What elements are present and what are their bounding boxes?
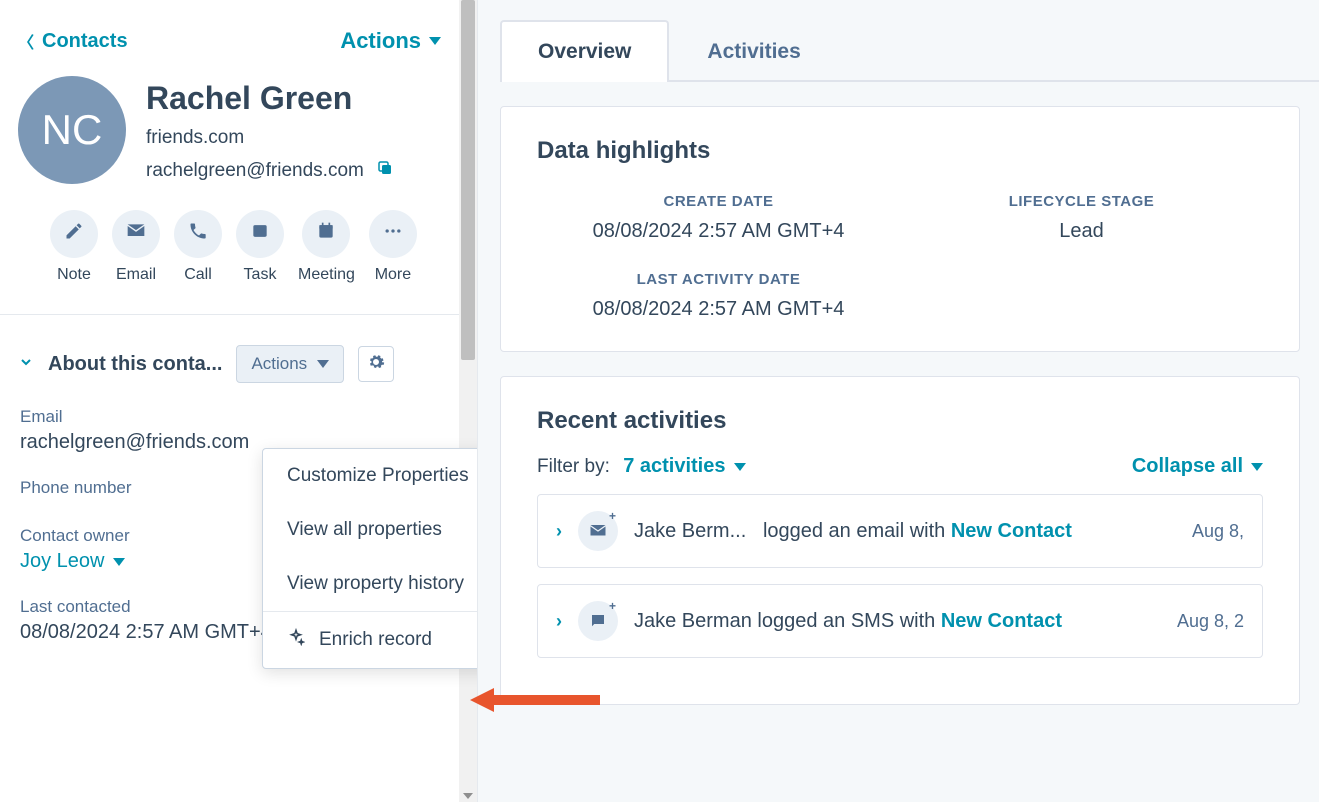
create-date-value: 08/08/2024 2:57 AM GMT+4 — [537, 220, 900, 243]
tab-overview-label: Overview — [538, 40, 631, 63]
data-highlights-card: Data highlights CREATE DATE 08/08/2024 2… — [500, 106, 1300, 352]
contact-email: rachelgreen@friends.com — [146, 160, 364, 182]
note-button[interactable]: Note — [50, 210, 98, 284]
chevron-down-icon[interactable] — [18, 354, 34, 375]
actions-dropdown-menu: Customize Properties View all properties… — [262, 448, 478, 669]
data-highlights-title: Data highlights — [537, 137, 1263, 165]
task-icon — [250, 221, 270, 247]
lifecycle-value: Lead — [900, 220, 1263, 243]
tabs: Overview Activities — [500, 20, 1319, 82]
settings-button[interactable] — [358, 346, 394, 382]
activity-user: Jake Berm... — [634, 520, 746, 542]
scrollbar-thumb[interactable] — [461, 0, 475, 360]
tab-activities-label: Activities — [707, 40, 800, 63]
calendar-icon — [316, 221, 336, 247]
caret-down-icon — [317, 360, 329, 368]
activity-verb: logged an email with — [763, 520, 945, 542]
more-label: More — [375, 266, 411, 284]
email-button[interactable]: Email — [112, 210, 160, 284]
menu-enrich-record[interactable]: Enrich record — [263, 612, 478, 668]
avatar: NC — [18, 76, 126, 184]
gear-icon — [367, 353, 385, 376]
header-actions-dropdown[interactable]: Actions — [340, 28, 441, 54]
caret-down-icon — [1251, 463, 1263, 471]
email-field[interactable]: Email rachelgreen@friends.com — [20, 407, 439, 454]
activity-date: Aug 8, 2 — [1177, 611, 1244, 632]
scrollbar[interactable] — [459, 0, 477, 802]
scroll-down-icon[interactable] — [463, 788, 473, 798]
contact-domain: friends.com — [146, 127, 394, 149]
caret-down-icon — [734, 463, 746, 471]
menu-view-all-properties[interactable]: View all properties — [263, 503, 478, 557]
collapse-all-label: Collapse all — [1132, 455, 1243, 478]
email-label: Email — [116, 266, 156, 284]
activity-sms-icon: + — [578, 601, 618, 641]
call-button[interactable]: Call — [174, 210, 222, 284]
avatar-initials: NC — [42, 106, 103, 154]
filter-value: 7 activities — [623, 455, 725, 478]
last-activity-value: 08/08/2024 2:57 AM GMT+4 — [537, 298, 900, 321]
menu-customize-properties[interactable]: Customize Properties — [263, 449, 478, 503]
header-actions-label: Actions — [340, 28, 421, 54]
activity-link[interactable]: New Contact — [941, 610, 1062, 632]
phone-icon — [188, 221, 208, 247]
email-field-label: Email — [20, 407, 439, 427]
activity-user: Jake Berman — [634, 610, 752, 632]
tab-overview[interactable]: Overview — [500, 20, 669, 82]
more-button[interactable]: More — [369, 210, 417, 284]
mail-icon — [126, 221, 146, 247]
caret-down-icon — [113, 558, 125, 566]
contacts-link-label: Contacts — [42, 30, 128, 53]
filter-activities-dropdown[interactable]: 7 activities — [623, 455, 745, 478]
about-section-title: About this conta... — [48, 353, 222, 376]
meeting-button[interactable]: Meeting — [298, 210, 355, 284]
create-date-label: CREATE DATE — [537, 193, 900, 210]
activity-link[interactable]: New Contact — [951, 520, 1072, 542]
enrich-record-label: Enrich record — [319, 629, 432, 651]
edit-icon — [64, 221, 84, 247]
about-actions-button[interactable]: Actions — [236, 345, 344, 383]
chevron-left-icon: 〈 — [18, 29, 34, 53]
lifecycle-label: LIFECYCLE STAGE — [900, 193, 1263, 210]
about-actions-label: Actions — [251, 354, 307, 374]
recent-activities-card: Recent activities Filter by: 7 activitie… — [500, 376, 1300, 705]
last-activity-label: LAST ACTIVITY DATE — [537, 271, 900, 288]
filter-by-label: Filter by: — [537, 456, 610, 477]
activity-item[interactable]: › + Jake Berman logged an SMS with New C… — [537, 584, 1263, 658]
activity-date: Aug 8, — [1192, 521, 1244, 542]
copy-icon[interactable] — [376, 159, 394, 182]
caret-down-icon — [429, 37, 441, 45]
owner-field-value: Joy Leow — [20, 550, 105, 573]
activity-item[interactable]: › + Jake Berm... logged an email with Ne… — [537, 494, 1263, 568]
collapse-all-button[interactable]: Collapse all — [1132, 455, 1263, 478]
task-label: Task — [244, 266, 277, 284]
activity-verb: logged an SMS with — [757, 610, 935, 632]
contact-name: Rachel Green — [146, 80, 394, 117]
tab-activities[interactable]: Activities — [669, 20, 838, 82]
task-button[interactable]: Task — [236, 210, 284, 284]
note-label: Note — [57, 266, 91, 284]
recent-activities-title: Recent activities — [537, 407, 1263, 435]
call-label: Call — [184, 266, 212, 284]
menu-view-property-history[interactable]: View property history — [263, 557, 478, 611]
more-icon — [383, 221, 403, 247]
meeting-label: Meeting — [298, 266, 355, 284]
chevron-right-icon[interactable]: › — [556, 611, 562, 632]
activity-email-icon: + — [578, 511, 618, 551]
chevron-right-icon[interactable]: › — [556, 521, 562, 542]
sparkle-icon — [287, 628, 305, 652]
contacts-back-link[interactable]: 〈 Contacts — [18, 29, 128, 53]
